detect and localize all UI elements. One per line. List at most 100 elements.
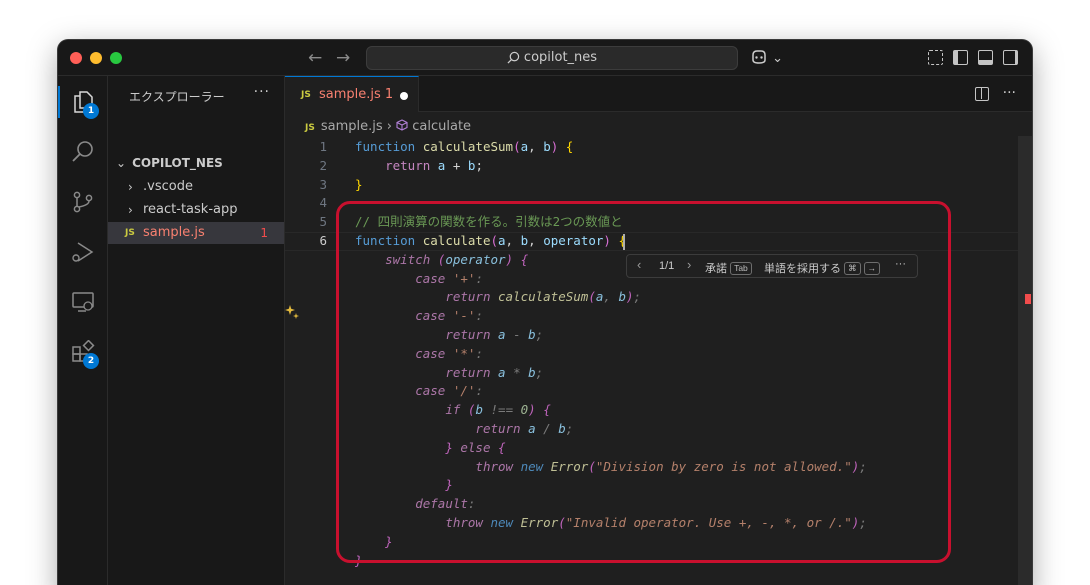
tab-sample-js[interactable]: JS sample.js 1 xyxy=(285,76,419,112)
back-arrow-icon[interactable]: ← xyxy=(308,48,322,68)
chevron-right-icon: › xyxy=(128,203,133,217)
toggle-secondary-sidebar-icon[interactable] xyxy=(1003,50,1018,65)
line-number: 4 xyxy=(319,195,327,211)
extensions-badge: 2 xyxy=(83,353,99,369)
explorer-badge: 1 xyxy=(83,103,99,119)
copilot-icon xyxy=(752,50,766,64)
remote-explorer-icon[interactable] xyxy=(71,290,95,314)
breadcrumb-file[interactable]: sample.js xyxy=(321,119,383,134)
js-file-icon: JS xyxy=(301,90,311,100)
vertical-scrollbar[interactable] xyxy=(1018,136,1032,585)
copilot-menu-button[interactable]: ⌄ xyxy=(750,49,783,66)
breadcrumb-separator: › xyxy=(386,119,392,134)
tree-item-sample-js[interactable]: JS sample.js 1 xyxy=(108,222,284,244)
ghost-suggestion-line: return calculateSum(a, b); xyxy=(445,289,642,305)
run-debug-icon[interactable] xyxy=(71,240,95,264)
ghost-suggestion-line: return a * b; xyxy=(445,364,544,380)
ghost-suggestion-line: } xyxy=(445,477,453,493)
tree-item-label: .vscode xyxy=(143,179,193,194)
ghost-suggestion-line: } xyxy=(385,533,393,549)
close-window-button[interactable] xyxy=(70,52,82,64)
chevron-down-icon: ⌄ xyxy=(116,156,127,170)
search-text: copilot_nes xyxy=(523,50,598,65)
ghost-suggestion-line: default: xyxy=(415,496,476,512)
active-indicator xyxy=(58,86,60,118)
accept-button[interactable]: 承諾 Tab xyxy=(705,260,752,276)
ghost-suggestion-line: case '+': xyxy=(415,270,483,286)
tab-bar: JS sample.js 1 ··· xyxy=(285,76,1032,112)
next-suggestion-icon[interactable]: › xyxy=(687,257,691,272)
code-editor[interactable]: 1 2 3 4 5 6 function calculateSum(a, b) … xyxy=(285,138,1032,585)
code-line: function calculate(a, b, operator) { xyxy=(355,233,626,248)
tree-item-vscode[interactable]: › .vscode xyxy=(108,176,284,198)
cmd-key-hint: ⌘ xyxy=(844,262,861,275)
line-number: 3 xyxy=(319,176,327,192)
split-editor-icon[interactable] xyxy=(974,87,989,101)
minimize-window-button[interactable] xyxy=(90,52,102,64)
code-line: } xyxy=(355,176,363,192)
tree-item-label: react-task-app xyxy=(143,202,238,217)
source-control-icon[interactable] xyxy=(71,190,95,214)
chevron-right-icon: › xyxy=(128,180,133,194)
explorer-sidebar: エクスプローラー ··· ⌄ COPILOT_NES › .vscode › re… xyxy=(108,76,285,585)
layout-controls xyxy=(928,50,1018,65)
ghost-suggestion-line: case '*': xyxy=(415,345,483,361)
ghost-suggestion-line: case '-': xyxy=(415,308,483,324)
method-symbol-icon xyxy=(396,119,408,131)
explorer-more-icon[interactable]: ··· xyxy=(254,84,270,100)
ghost-suggestion-line: return a - b; xyxy=(445,327,544,342)
maximize-window-button[interactable] xyxy=(110,52,122,64)
workspace-folder-header[interactable]: ⌄ COPILOT_NES xyxy=(116,156,223,170)
explorer-icon[interactable]: 1 xyxy=(71,90,99,119)
ghost-suggestion-line: } else { xyxy=(445,439,506,455)
ghost-suggestion-line: case '/': xyxy=(415,383,483,399)
code-line: function calculateSum(a, b) { xyxy=(355,139,574,154)
tab-key-hint: Tab xyxy=(730,262,752,275)
ghost-suggestion-line: return a / b; xyxy=(475,421,574,436)
previous-suggestion-icon[interactable]: ‹ xyxy=(637,257,641,272)
right-arrow-key-hint: → xyxy=(863,262,881,275)
explorer-title: エクスプローラー xyxy=(129,90,225,104)
breadcrumb-symbol[interactable]: calculate xyxy=(412,119,471,134)
forward-arrow-icon[interactable]: → xyxy=(336,48,350,68)
activity-bar: 1 2 xyxy=(58,76,108,585)
extensions-icon[interactable]: 2 xyxy=(71,339,99,369)
accept-word-label: 単語を採用する xyxy=(764,263,841,275)
text-cursor xyxy=(623,234,625,250)
editor-more-icon[interactable]: ··· xyxy=(1003,85,1016,101)
chevron-down-icon: ⌄ xyxy=(772,51,784,66)
line-number: 2 xyxy=(319,157,327,173)
ghost-suggestion-line: } xyxy=(355,552,363,568)
command-center-search[interactable]: copilot_nes xyxy=(366,46,738,70)
breadcrumb: JS sample.js › calculate xyxy=(305,118,471,136)
js-file-icon: JS xyxy=(305,123,315,133)
ghost-suggestion-line: if (b !== 0) { xyxy=(445,402,551,418)
search-icon xyxy=(507,51,520,64)
search-view-icon[interactable] xyxy=(71,140,95,164)
ghost-suggestion-line: switch (operator) { xyxy=(385,251,529,267)
toggle-primary-sidebar-icon[interactable] xyxy=(953,50,968,65)
code-line: // 四則演算の関数を作る。引数は2つの数値と xyxy=(355,214,623,230)
tree-item-react-task-app[interactable]: › react-task-app xyxy=(108,199,284,221)
ghost-suggestion-line: throw new Error("Invalid operator. Use +… xyxy=(445,515,867,530)
copilot-sparkle-icon[interactable] xyxy=(285,305,299,322)
suggestion-more-icon[interactable]: ··· xyxy=(895,258,906,270)
accept-word-button[interactable]: 単語を採用する ⌘ → xyxy=(764,260,881,276)
title-bar: ← → copilot_nes ⌄ xyxy=(58,40,1032,76)
code-line: return a + b; xyxy=(385,157,483,173)
editor-group: JS sample.js 1 ··· JS sample.js › calcula… xyxy=(285,76,1032,585)
line-number: 5 xyxy=(319,214,327,230)
vscode-window: ← → copilot_nes ⌄ 1 2 エクスプローラー ··· ⌄ COP… xyxy=(58,40,1032,585)
toggle-panel-icon[interactable] xyxy=(978,50,993,65)
suggestion-counter: 1/1 xyxy=(659,260,675,272)
accept-label: 承諾 xyxy=(705,263,727,275)
problem-count: 1 xyxy=(260,226,268,240)
editor-actions: ··· xyxy=(974,85,1016,101)
error-marker xyxy=(1025,294,1031,304)
inline-suggestion-toolbar: ‹ 1/1 › 承諾 Tab 単語を採用する ⌘ → ··· xyxy=(626,254,918,278)
ghost-suggestion-line: throw new Error("Division by zero is not… xyxy=(475,458,867,474)
js-file-icon: JS xyxy=(125,228,135,238)
unsaved-dot-icon[interactable] xyxy=(400,92,408,100)
customize-layout-icon[interactable] xyxy=(928,50,943,65)
tree-item-label: sample.js xyxy=(143,225,205,240)
